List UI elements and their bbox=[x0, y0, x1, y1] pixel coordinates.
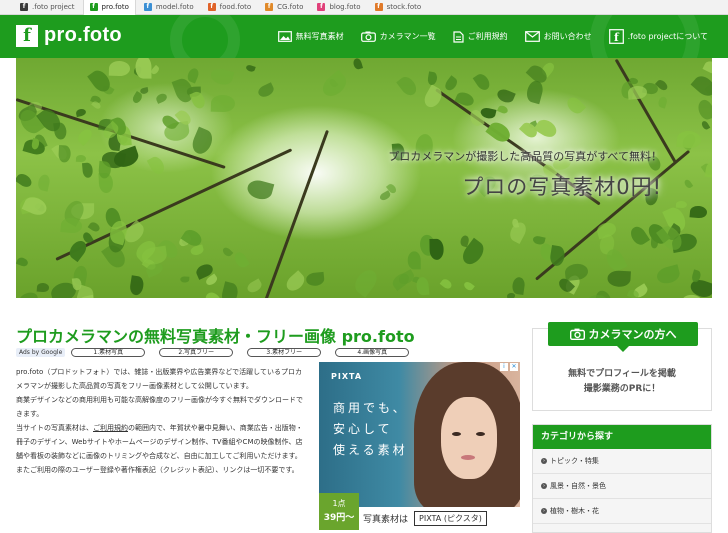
hero-banner: プロカメラマンが撮影した高品質の写真がすべて無料！ プロの写真素材0円! bbox=[16, 58, 712, 298]
category-item[interactable]: › 植物・樹木・花 bbox=[533, 499, 711, 524]
chevron-right-icon: › bbox=[541, 458, 547, 464]
svg-text:f: f bbox=[614, 31, 620, 44]
pixta-price-badge: 1点 39円〜 bbox=[319, 493, 359, 530]
pixta-ad-banner[interactable]: PIXTA 商用でも、 安心して 使える素材 i ✕ 1点 39円〜 写真素材は… bbox=[319, 362, 520, 530]
foto-project-favicon-icon: f bbox=[20, 3, 28, 11]
tab-foto-project[interactable]: f .foto project bbox=[14, 0, 81, 15]
leaf bbox=[210, 94, 235, 112]
hero-title: プロの写真素材0円! bbox=[462, 175, 662, 199]
blog-foto-favicon-icon: f bbox=[317, 3, 326, 11]
category-heading: カテゴリから探す bbox=[533, 425, 711, 449]
google-ad-links: Ads by Google 1.素材写真 2.写真フリー 3.素材フリー 4.画… bbox=[16, 347, 436, 358]
ad-link-1[interactable]: 1.素材写真 bbox=[71, 348, 146, 357]
logo-mark-icon: f bbox=[16, 24, 38, 47]
foto-logo-icon: f bbox=[608, 29, 624, 44]
ad-link-4[interactable]: 4.画像写真 bbox=[335, 348, 410, 357]
camera-icon bbox=[569, 328, 585, 340]
tab-food-foto[interactable]: f food.foto bbox=[202, 0, 257, 15]
food-foto-favicon-icon: f bbox=[207, 3, 216, 11]
ad-choices[interactable]: i ✕ bbox=[500, 363, 518, 371]
hero-subtitle: プロカメラマンが撮影した高品質の写真がすべて無料！ bbox=[388, 150, 662, 163]
nav-contact[interactable]: お問い合わせ bbox=[524, 31, 592, 42]
main-nav: 無料写真素材 カメラマン一覧 ご利用規約 お問い合わせ f .foto proj… bbox=[261, 15, 708, 58]
leaf bbox=[689, 205, 707, 219]
leaf bbox=[179, 275, 190, 283]
pixta-ad-copy: 商用でも、 安心して 使える素材 bbox=[333, 401, 408, 457]
camera-icon bbox=[360, 31, 376, 42]
photographer-promo-text: 無料でプロフィールを掲載 撮影業務のPRに！ bbox=[568, 369, 676, 394]
site-logo[interactable]: f pro.foto bbox=[16, 24, 122, 47]
page-title: プロカメラマンの無料写真素材・フリー画像 pro.foto bbox=[16, 327, 415, 346]
tab-model-foto[interactable]: f model.foto bbox=[138, 0, 200, 15]
model-foto-favicon-icon: f bbox=[143, 3, 152, 11]
document-icon bbox=[453, 30, 464, 43]
ad-link-3[interactable]: 3.素材フリー bbox=[247, 348, 322, 357]
intro-paragraph: pro.foto（プロドットフォト）では、雑誌・出版業界や広告業界などで活躍して… bbox=[16, 368, 302, 390]
intro-paragraph: 商業デザインなどの商用利用も可能な高解像度のフリー画像が今すぐ無料でダウンロード… bbox=[16, 396, 303, 418]
pixta-ad-strip: 写真素材は PIXTA (ピクスタ) bbox=[359, 507, 520, 530]
ad-model-photo bbox=[476, 432, 485, 436]
site-header: f pro.foto 無料写真素材 カメラマン一覧 ご利用規約 お問い合わせ f… bbox=[0, 15, 728, 58]
ads-by-google-label[interactable]: Ads by Google bbox=[16, 348, 66, 357]
leaf bbox=[429, 238, 445, 260]
site-tab-strip: f .foto project f pro.foto f model.foto f fo… bbox=[0, 0, 728, 15]
cg-foto-favicon-icon: f bbox=[265, 3, 274, 11]
leaf bbox=[75, 154, 87, 163]
tab-stock-foto[interactable]: f stock.foto bbox=[369, 0, 428, 15]
nav-free-photos[interactable]: 無料写真素材 bbox=[277, 31, 344, 42]
tab-blog-foto[interactable]: f blog.foto bbox=[311, 0, 366, 15]
leaf bbox=[135, 58, 153, 79]
category-item[interactable]: › 風景・自然・景色 bbox=[533, 474, 711, 499]
pixta-brand-box: PIXTA (ピクスタ) bbox=[414, 511, 487, 526]
leaf bbox=[407, 250, 421, 269]
category-item[interactable]: › トピック・特集 bbox=[533, 449, 711, 474]
header-decoration bbox=[170, 15, 240, 58]
intro-paragraph: 当サイトの写真素材は、ご利用規約の範囲内で、年賀状や暑中見舞い、商業広告・出版物… bbox=[16, 424, 303, 474]
logo-text: pro.foto bbox=[44, 24, 122, 46]
ad-info-icon[interactable]: i bbox=[500, 363, 508, 371]
image-icon bbox=[277, 31, 292, 42]
nav-terms[interactable]: ご利用規約 bbox=[453, 30, 508, 43]
intro-text: pro.foto（プロドットフォト）では、雑誌・出版業界や広告業界などで活躍して… bbox=[16, 365, 306, 477]
mail-icon bbox=[524, 31, 540, 42]
stock-foto-favicon-icon: f bbox=[374, 3, 383, 11]
chevron-right-icon: › bbox=[541, 483, 547, 489]
nav-about-foto-project[interactable]: f .foto projectについて bbox=[608, 29, 708, 44]
nav-photographers[interactable]: カメラマン一覧 bbox=[360, 31, 436, 42]
terms-link[interactable]: ご利用規約 bbox=[93, 424, 128, 432]
ad-model-photo bbox=[452, 432, 461, 436]
photographer-promo-box: カメラマンの方へ 無料でプロフィールを掲載 撮影業務のPRに！ bbox=[532, 322, 712, 411]
ad-link-2[interactable]: 2.写真フリー bbox=[159, 348, 234, 357]
ad-model-photo bbox=[441, 397, 497, 479]
tab-cg-foto[interactable]: f CG.foto bbox=[259, 0, 309, 15]
pro-foto-favicon-icon: f bbox=[89, 3, 98, 11]
for-photographers-button[interactable]: カメラマンの方へ bbox=[548, 322, 698, 352]
ad-model-photo bbox=[461, 455, 475, 460]
chevron-right-icon: › bbox=[541, 508, 547, 514]
category-box: カテゴリから探す › トピック・特集 › 風景・自然・景色 › 植物・樹木・花 bbox=[532, 424, 712, 533]
tab-pro-foto[interactable]: f pro.foto bbox=[82, 0, 136, 15]
pixta-brand: PIXTA bbox=[331, 372, 363, 381]
ad-close-icon[interactable]: ✕ bbox=[510, 363, 518, 371]
